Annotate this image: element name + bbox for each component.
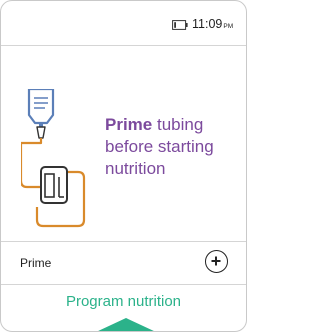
instruction-bold: Prime (105, 115, 153, 134)
feeding-bag-pump-icon (21, 89, 86, 228)
prime-label: Prime (20, 256, 52, 270)
prime-add-button[interactable] (205, 250, 228, 273)
status-bar: 11:09PM (1, 1, 246, 46)
program-nutrition-button[interactable]: Program nutrition (1, 285, 246, 331)
plus-icon (211, 256, 221, 266)
clock-ampm: PM (223, 23, 234, 30)
clock-time: 11:09 (192, 17, 223, 31)
program-nutrition-label: Program nutrition (65, 293, 182, 310)
instruction-text: Prime tubing before starting nutrition (105, 114, 245, 180)
clock: 11:09PM (192, 17, 233, 31)
device-screen: 11:09PM Prime tubing before starting nut… (0, 0, 247, 332)
prime-row[interactable]: Prime (1, 242, 246, 284)
battery-icon (172, 20, 188, 30)
chevron-up-icon[interactable] (96, 318, 156, 332)
